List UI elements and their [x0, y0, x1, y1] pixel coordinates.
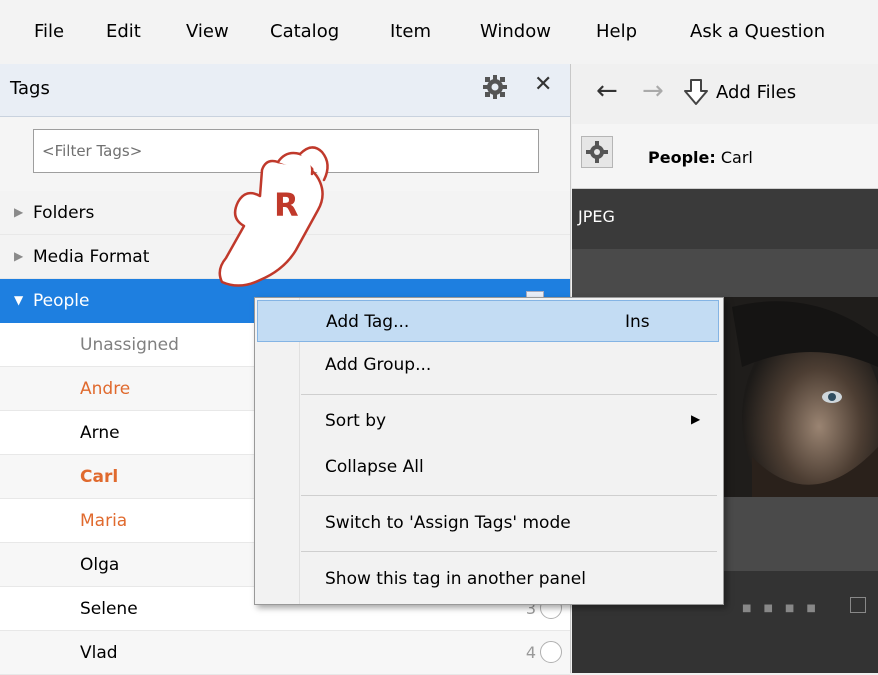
browser-toolbar: ← → Add Files	[572, 64, 878, 125]
expand-arrow-icon[interactable]: ▶	[14, 249, 23, 263]
tree-group-label: People	[33, 291, 90, 311]
menu-label: Show this tag in another panel	[325, 569, 586, 589]
menu-bar: File Edit View Catalog Item Window Help …	[0, 0, 878, 64]
menu-label: Switch to 'Assign Tags' mode	[325, 513, 571, 533]
menu-label: Sort by	[325, 411, 387, 431]
tag-label: Arne	[80, 423, 120, 443]
filter-value: Carl	[720, 148, 753, 167]
menu-catalog[interactable]: Catalog	[270, 20, 339, 44]
add-files-icon[interactable]	[682, 78, 710, 112]
menu-ask-a-question[interactable]: Ask a Question	[690, 20, 825, 44]
menu-separator	[301, 495, 717, 496]
panel-title: Tags	[10, 78, 50, 99]
filter-key: People:	[648, 148, 716, 167]
collapse-arrow-icon[interactable]: ▼	[14, 293, 23, 307]
right-click-badge: R	[274, 186, 299, 224]
menu-view[interactable]: View	[186, 20, 229, 44]
tag-label: Olga	[80, 555, 120, 575]
tree-group-label: Media Format	[33, 247, 150, 267]
back-arrow-icon[interactable]: ←	[596, 76, 618, 106]
tag-label: Unassigned	[80, 335, 179, 355]
select-checkbox[interactable]	[850, 597, 866, 613]
menu-sort-by[interactable]: Sort by ▶	[257, 400, 719, 442]
add-files-button[interactable]: Add Files	[716, 82, 796, 103]
tag-label: Carl	[80, 467, 119, 487]
close-icon[interactable]: ✕	[534, 72, 552, 97]
menu-item[interactable]: Item	[390, 20, 431, 44]
active-filter: People: Carl	[648, 148, 753, 167]
tag-label: Vlad	[80, 643, 118, 663]
menu-switch-assign-mode[interactable]: Switch to 'Assign Tags' mode	[257, 502, 719, 544]
tree-group-label: Folders	[33, 203, 95, 223]
menu-collapse-all[interactable]: Collapse All	[257, 446, 719, 488]
dots-icon: ■■■■	[742, 603, 828, 614]
menu-shortcut: Ins	[625, 312, 650, 332]
menu-label: Add Tag...	[326, 312, 410, 332]
menu-label: Collapse All	[325, 457, 424, 477]
menu-window[interactable]: Window	[480, 20, 551, 44]
expand-arrow-icon[interactable]: ▶	[14, 205, 23, 219]
tag-count: 4	[525, 643, 536, 662]
tag-label: Selene	[80, 599, 138, 619]
menu-separator	[301, 551, 717, 552]
context-menu: Add Tag... Ins Add Group... Sort by ▶ Co…	[254, 297, 724, 605]
submenu-arrow-icon: ▶	[691, 412, 701, 426]
tag-label: Andre	[80, 379, 131, 399]
filter-settings-icon[interactable]	[581, 136, 613, 168]
menu-help[interactable]: Help	[596, 20, 637, 44]
menu-file[interactable]: File	[34, 20, 64, 44]
gear-icon[interactable]	[482, 74, 508, 104]
panel-header: Tags ✕	[0, 64, 570, 117]
menu-show-in-another-panel[interactable]: Show this tag in another panel	[257, 558, 719, 600]
format-label: JPEG	[578, 207, 615, 226]
forward-arrow-icon[interactable]: →	[642, 76, 664, 106]
assign-toggle[interactable]	[540, 641, 562, 663]
right-click-hand-icon: R	[200, 130, 340, 304]
menu-label: Add Group...	[325, 355, 432, 375]
image-thumbnail[interactable]	[712, 297, 878, 497]
tag-label: Maria	[80, 511, 128, 531]
menu-add-group[interactable]: Add Group...	[257, 344, 719, 386]
filter-bar: People: Carl	[572, 124, 878, 189]
menu-add-tag[interactable]: Add Tag... Ins	[257, 300, 719, 342]
menu-separator	[301, 394, 717, 395]
tag-row-vlad[interactable]: Vlad 4	[0, 631, 570, 675]
menu-edit[interactable]: Edit	[106, 20, 141, 44]
